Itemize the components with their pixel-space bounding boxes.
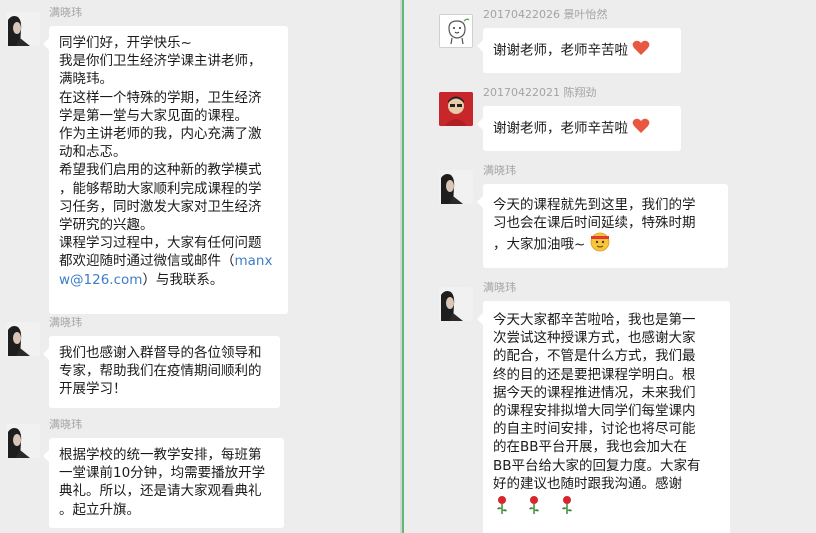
avatar[interactable]	[6, 12, 40, 46]
message-line: 学研究的兴趣。	[59, 217, 154, 234]
message-line: 据今天的课程推进情况，未来我们	[493, 384, 696, 401]
message-bubble[interactable]: 我们也感谢入群督导的各位领导和 专家，帮助我们在疫情期间顺利的 开展学习！	[43, 336, 280, 408]
rose-emoji	[558, 495, 576, 520]
message-line: 我们也感谢入群督导的各位领导和	[59, 345, 262, 361]
message-bubble[interactable]: 根据学校的统一教学安排，每班第 一堂课前10分钟，均需要播放开学 典礼。所以，还…	[43, 438, 284, 528]
fighting-face-emoji	[590, 232, 610, 257]
message-bubble[interactable]: 今天大家都辛苦啦哈，我也是第一 次尝试这种授课方式，也感谢大家 的配合，不管是什…	[477, 301, 730, 533]
message-line: 典礼。所以，还是请大家观看典礼	[59, 483, 262, 500]
rose-emoji	[493, 495, 511, 520]
message-bubble[interactable]: 同学们好，开学快乐~ 我是你们卫生经济学课主讲老师， 满晓玮。 在这样一个特殊的…	[43, 26, 288, 314]
message-line: 课程学习过程中，大家有任何问题	[59, 235, 262, 252]
message-text: ）与我联系。	[142, 271, 224, 288]
message-bubble[interactable]: 今天的课程就先到这里，我们的学 习也会在课后时间延续，特殊时期 ，大家加油哦~	[477, 184, 728, 268]
message-text: 谢谢老师，老师辛苦啦	[493, 42, 628, 59]
chat-pane-left[interactable]: 满晓玮 同学们好，开学快乐~ 我是你们卫生经济学课主讲老师， 满晓玮。 在这样一…	[0, 0, 400, 533]
avatar[interactable]	[6, 322, 40, 356]
sender-name: 满晓玮	[49, 418, 82, 431]
message-line: 好的建议也随时跟我沟通。感谢	[493, 475, 682, 492]
message-line: w@126.com）与我联系。	[59, 271, 278, 289]
sender-name: 满晓玮	[483, 281, 516, 294]
message-line: 开展学习！	[59, 381, 127, 398]
message-text: ，大家加油哦~	[493, 237, 586, 254]
message-line: 今天大家都辛苦啦哈，我也是第一	[493, 312, 696, 328]
message-text: 谢谢老师，老师辛苦啦	[493, 120, 628, 137]
heart-emoji	[632, 40, 650, 61]
message-line: 终的目的还是要把课程学明白。根	[493, 366, 696, 383]
message-line: 专家，帮助我们在疫情期间顺利的	[59, 363, 262, 380]
message-line: 同学们好，开学快乐~	[59, 35, 192, 51]
message-line: ，大家加油哦~	[493, 232, 718, 257]
sender-name: 满晓玮	[483, 164, 516, 177]
message-line: 动和忐忑。	[59, 144, 127, 161]
message-line: 根据学校的统一教学安排，每班第	[59, 447, 262, 463]
message-line: 习也会在课后时间延续，特殊时期	[493, 215, 696, 232]
message-line: 满晓玮。	[59, 71, 113, 88]
message-line: 谢谢老师，老师辛苦啦	[493, 118, 671, 139]
avatar[interactable]	[439, 170, 473, 204]
message-line: 一堂课前10分钟，均需要播放开学	[59, 465, 266, 482]
email-link[interactable]: manx	[235, 253, 273, 269]
message-line: BB平台给大家的回复力度。大家有	[493, 457, 701, 474]
message-line: 都欢迎随时通过微信或邮件（manx	[59, 252, 278, 270]
avatar[interactable]	[6, 424, 40, 458]
message-bubble[interactable]: 谢谢老师，老师辛苦啦	[477, 106, 681, 151]
heart-emoji	[632, 118, 650, 139]
message-line: 今天的课程就先到这里，我们的学	[493, 197, 696, 213]
avatar[interactable]	[439, 14, 473, 48]
sender-name: 20170422026 景叶怡然	[483, 8, 608, 21]
message-line: ，能够帮助大家顺利完成课程的学	[59, 180, 262, 197]
message-line: 作为主讲老师的我，内心充满了激	[59, 126, 262, 143]
rose-emoji	[525, 495, 543, 520]
message-line: 谢谢老师，老师辛苦啦	[493, 40, 671, 61]
sender-name: 满晓玮	[49, 6, 82, 19]
message-line: 我是你们卫生经济学课主讲老师，	[59, 53, 262, 70]
message-line: 的在BB平台开展，我也会加大在	[493, 439, 688, 456]
email-link[interactable]: w@126.com	[59, 272, 142, 288]
message-line: 学是第一堂与大家见面的课程。	[59, 107, 248, 124]
sender-name: 20170422021 陈翔劲	[483, 86, 597, 99]
chat-pane-right[interactable]: 20170422026 景叶怡然 谢谢老师，老师辛苦啦 20170422021 …	[407, 0, 816, 533]
avatar[interactable]	[439, 92, 473, 126]
message-line: 的配合，不管是什么方式，我们最	[493, 348, 696, 365]
message-line: 。起立升旗。	[59, 501, 140, 518]
message-line: 次尝试这种授课方式，也感谢大家	[493, 330, 696, 347]
message-line: 的课程安排拟增大同学们每堂课内	[493, 403, 696, 420]
message-line: 的自主时间安排，讨论也将尽可能	[493, 421, 696, 438]
message-line	[493, 495, 720, 520]
pane-divider-accent	[402, 0, 404, 533]
sender-name: 满晓玮	[49, 316, 82, 329]
message-line: 希望我们启用的这种新的教学模式	[59, 162, 262, 179]
message-line: 在这样一个特殊的学期，卫生经济	[59, 89, 262, 106]
avatar[interactable]	[439, 287, 473, 321]
message-bubble[interactable]: 谢谢老师，老师辛苦啦	[477, 28, 681, 73]
message-text: 都欢迎随时通过微信或邮件（	[59, 253, 235, 270]
message-line: 习任务，同时激发大家对卫生经济	[59, 198, 262, 215]
